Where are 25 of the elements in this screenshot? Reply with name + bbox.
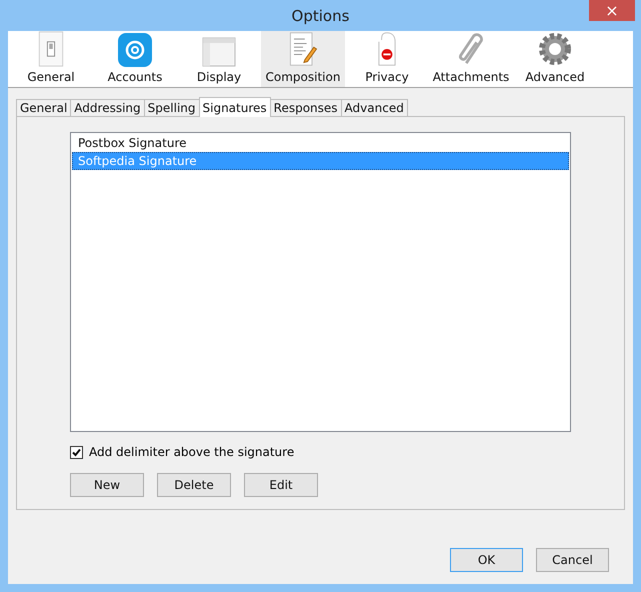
toolbar-item[interactable]: General <box>9 31 93 87</box>
dialog-button[interactable]: OK <box>450 548 523 572</box>
tab[interactable]: Addressing <box>70 99 145 117</box>
signature-button[interactable]: Edit <box>244 473 318 497</box>
document-pencil-icon <box>287 31 319 67</box>
checkbox-label: Add delimiter above the signature <box>89 445 294 459</box>
toolbar-item[interactable]: Advanced <box>513 31 597 87</box>
toolbar-item[interactable]: Accounts <box>93 31 177 87</box>
toolbar-item[interactable]: Display <box>177 31 261 87</box>
toolbar-item[interactable]: Composition <box>261 31 345 87</box>
signature-button[interactable]: Delete <box>157 473 231 497</box>
tab[interactable]: Spelling <box>144 99 200 117</box>
checkbox[interactable] <box>70 446 83 458</box>
dialog-button[interactable]: Cancel <box>536 548 609 572</box>
tab[interactable]: Advanced <box>340 99 408 117</box>
toolbar-item[interactable]: Attachments <box>429 31 513 87</box>
window-title: Options <box>292 6 350 24</box>
tab[interactable]: Responses <box>270 99 342 117</box>
close-button[interactable]: × <box>589 0 635 21</box>
toolbar-item[interactable]: Privacy <box>345 31 429 87</box>
tab[interactable]: General <box>16 99 72 117</box>
tab[interactable]: Signatures <box>198 97 271 117</box>
window-layout-icon <box>202 37 236 67</box>
list-item[interactable]: Postbox Signature <box>72 134 569 152</box>
signature-button[interactable]: New <box>70 473 144 497</box>
